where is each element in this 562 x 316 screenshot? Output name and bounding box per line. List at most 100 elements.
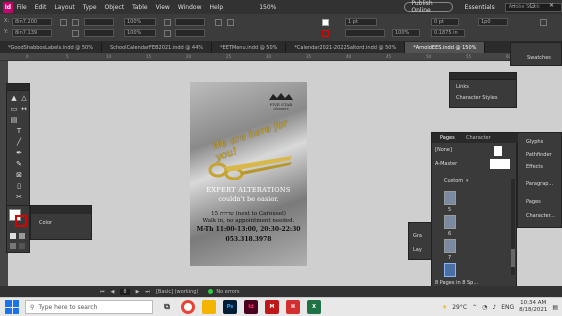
volume-icon[interactable]: ♪ bbox=[492, 304, 496, 311]
menu-type[interactable]: Type bbox=[83, 4, 97, 11]
zoom-level[interactable]: 150% bbox=[259, 4, 276, 11]
window-controls[interactable]: ‒ ▢ ✕ bbox=[512, 2, 560, 9]
stroke-swatch[interactable] bbox=[322, 30, 329, 37]
swatches-tab[interactable]: Swatches bbox=[527, 55, 551, 61]
width-icon[interactable] bbox=[72, 19, 79, 26]
scale-x-field[interactable]: 100% bbox=[124, 18, 156, 26]
reference-point-icon[interactable] bbox=[60, 19, 67, 26]
tray-arrow-icon[interactable]: ⌃ bbox=[472, 304, 477, 311]
menu-edit[interactable]: Edit bbox=[35, 4, 47, 11]
none-master-thumb[interactable] bbox=[494, 146, 502, 156]
gap-tool-icon[interactable]: ↔ bbox=[20, 105, 28, 113]
tab-eetmenu[interactable]: *EETMenu.indd @ 50% bbox=[212, 42, 287, 53]
temperature[interactable]: 29°C bbox=[452, 304, 467, 311]
excel-icon[interactable]: X bbox=[307, 300, 321, 314]
chevron-down-icon[interactable]: ▾ bbox=[466, 178, 469, 184]
first-page-icon[interactable]: ⏮ bbox=[100, 289, 105, 295]
none-master-label[interactable]: [None] bbox=[435, 147, 452, 153]
line-tool-icon[interactable]: ╱ bbox=[15, 138, 23, 146]
pages-scroll-thumb[interactable] bbox=[511, 249, 515, 267]
menu-file[interactable]: File bbox=[17, 4, 27, 11]
taskbar-search-input[interactable]: ⚲ Type here to search bbox=[25, 300, 153, 314]
publish-online-button[interactable]: Publish Online bbox=[404, 0, 453, 14]
default-colors-icon[interactable] bbox=[10, 233, 16, 239]
normal-mode-icon[interactable] bbox=[10, 243, 16, 249]
flip-icon[interactable] bbox=[215, 19, 222, 26]
corner-field[interactable]: 0 pt bbox=[431, 18, 459, 26]
pencil-tool-icon[interactable]: ✎ bbox=[15, 160, 23, 168]
frame-field[interactable]: 1p0 bbox=[478, 18, 508, 26]
clock[interactable]: 10:34 AM 8/18/2021 bbox=[519, 300, 547, 314]
custom-size-label[interactable]: Custom bbox=[444, 178, 463, 184]
x-field[interactable]: 8in7.200 bbox=[12, 18, 52, 26]
pages-tab[interactable]: Pages bbox=[526, 199, 541, 205]
stroke-type-field[interactable] bbox=[345, 29, 385, 37]
notifications-icon[interactable]: ▤ bbox=[552, 304, 558, 311]
content-collector-icon[interactable]: ▤ bbox=[10, 116, 18, 124]
chrome-icon[interactable] bbox=[181, 300, 195, 314]
page-thumb[interactable] bbox=[444, 215, 456, 229]
shear-field[interactable] bbox=[175, 29, 205, 37]
preview-mode-icon[interactable] bbox=[19, 243, 25, 249]
rotate-field[interactable] bbox=[175, 18, 205, 26]
type-tool-icon[interactable]: T bbox=[15, 127, 23, 135]
scissors-tool-icon[interactable]: ✂ bbox=[15, 193, 23, 201]
rotate-icon[interactable] bbox=[164, 19, 171, 26]
a-master-thumb-right[interactable] bbox=[500, 159, 510, 169]
character-styles-tab[interactable]: Character Styles bbox=[456, 95, 497, 101]
page-number-field[interactable]: 8 bbox=[120, 288, 130, 295]
select-container-icon[interactable] bbox=[227, 19, 234, 26]
y-field[interactable]: 8in7.139 bbox=[12, 29, 52, 37]
preflight-profile[interactable]: [Basic] (working) bbox=[156, 289, 198, 295]
file-explorer-icon[interactable] bbox=[202, 300, 216, 314]
stroke-proxy[interactable] bbox=[15, 215, 27, 227]
task-view-icon[interactable]: ⧉ bbox=[160, 300, 174, 314]
character-panel-tab[interactable]: Character bbox=[466, 135, 491, 141]
tab-arnold[interactable]: *ArnoldEES.indd @ 150% bbox=[405, 42, 486, 53]
color-panel-label[interactable]: Color bbox=[39, 220, 52, 226]
h-field[interactable] bbox=[84, 29, 114, 37]
page-thumb[interactable] bbox=[444, 191, 456, 205]
a-master-label[interactable]: A-Master bbox=[435, 161, 457, 167]
menu-object[interactable]: Object bbox=[105, 4, 125, 11]
gradient-tab[interactable]: Gra bbox=[413, 233, 422, 239]
menu-view[interactable]: View bbox=[156, 4, 170, 11]
pen-tool-icon[interactable]: ✒ bbox=[15, 149, 23, 157]
selection-tool-icon[interactable]: ▲ bbox=[10, 94, 18, 102]
tools-grip[interactable] bbox=[7, 84, 29, 91]
stroke-weight-field[interactable]: 1 pt bbox=[345, 18, 377, 26]
prev-page-icon[interactable]: ◀ bbox=[111, 289, 115, 295]
fill-swatch[interactable] bbox=[322, 19, 329, 26]
menu-layout[interactable]: Layout bbox=[54, 4, 74, 11]
glyphs-tab[interactable]: Glyphs bbox=[526, 139, 543, 145]
rectangle-frame-tool-icon[interactable]: ⊠ bbox=[15, 171, 23, 179]
links-tab[interactable]: Links bbox=[456, 84, 469, 90]
page-thumb[interactable] bbox=[444, 239, 456, 253]
windows-start-icon[interactable] bbox=[5, 300, 19, 314]
height-icon[interactable] bbox=[72, 30, 79, 37]
document-page[interactable]: FIVE STAR cleaners We are here for you! … bbox=[190, 82, 307, 266]
apply-color-icon[interactable] bbox=[19, 233, 25, 239]
next-page-icon[interactable]: ▶ bbox=[136, 289, 140, 295]
network-icon[interactable]: ◔ bbox=[482, 304, 487, 311]
menu-table[interactable]: Table bbox=[132, 4, 148, 11]
indesign-taskbar-icon[interactable]: Id bbox=[244, 300, 258, 314]
pathfinder-tab[interactable]: Pathfinder bbox=[526, 152, 552, 158]
paragraph-tab[interactable]: Paragrap... bbox=[526, 181, 553, 187]
pdf-reader-icon[interactable]: ⌘ bbox=[286, 300, 300, 314]
w-field[interactable] bbox=[84, 18, 114, 26]
shear-icon[interactable] bbox=[164, 30, 171, 37]
tab-schoolcalendar[interactable]: SchoolCalendarFEB2021.indd @ 44% bbox=[102, 42, 213, 53]
language-indicator[interactable]: ENG bbox=[501, 304, 514, 311]
opacity-field[interactable]: 100% bbox=[392, 29, 420, 37]
workspace-switcher[interactable]: Essentials bbox=[465, 4, 495, 11]
preflight-errors[interactable]: No errors bbox=[216, 289, 239, 295]
last-page-icon[interactable]: ⏭ bbox=[145, 289, 150, 295]
layers-tab[interactable]: Lay bbox=[413, 247, 422, 253]
size-field[interactable]: 0.1875 in bbox=[431, 29, 465, 37]
page-tool-icon[interactable]: ▭ bbox=[10, 105, 18, 113]
a-master-thumb-left[interactable] bbox=[490, 159, 500, 169]
character-tab[interactable]: Character... bbox=[526, 213, 555, 219]
effects-tab[interactable]: Effects bbox=[526, 164, 543, 170]
menu-window[interactable]: Window bbox=[178, 4, 202, 11]
